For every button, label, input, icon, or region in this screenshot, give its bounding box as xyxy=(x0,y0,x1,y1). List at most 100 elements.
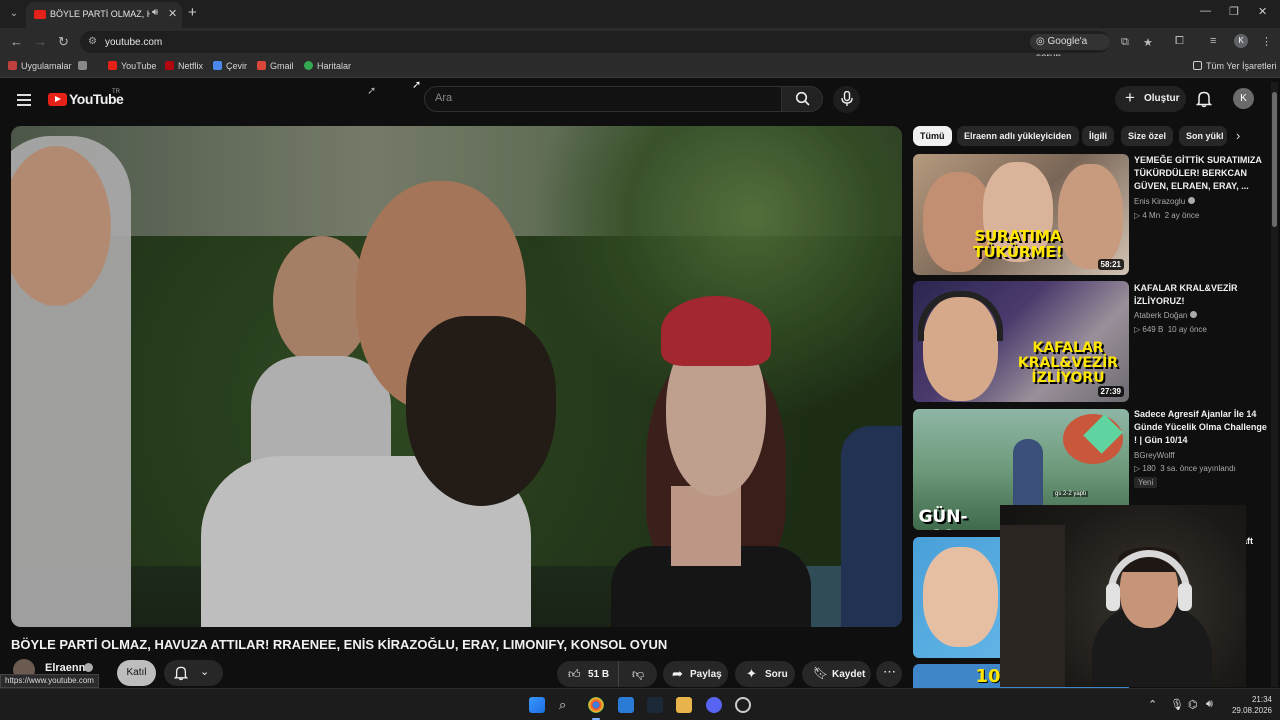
bookmark-star-icon[interactable]: ★ xyxy=(1143,36,1153,49)
microphone-tray-icon[interactable]: 🎙︎ xyxy=(1170,698,1184,711)
user-avatar[interactable]: K xyxy=(1233,88,1254,109)
tray-chevron-icon[interactable]: ⌃ xyxy=(1148,698,1157,711)
related-thumbnail[interactable]: KAFALAR KRAL&VEZİR İZLİYORU 27:39 xyxy=(913,281,1129,402)
ask-button[interactable]: ✦ Soru xyxy=(735,661,795,687)
chip-from-uploader[interactable]: Elraenn adlı yükleyiciden xyxy=(957,126,1079,146)
ask-google-button[interactable]: ◎ Google'a sorun xyxy=(1030,34,1110,63)
share-button[interactable]: ➦ Paylaş xyxy=(663,661,728,687)
chevron-down-icon: ⌄ xyxy=(200,666,210,678)
related-channel[interactable]: BGreyWolff xyxy=(1134,451,1175,460)
more-horizontal-icon: ⋯ xyxy=(883,664,896,679)
mouse-cursor-icon: ➚ xyxy=(412,79,422,91)
subscription-bell-button[interactable]: ⌄ xyxy=(164,660,223,686)
verified-check-icon xyxy=(1188,197,1196,204)
back-icon[interactable]: ← xyxy=(10,34,23,49)
mouse-cursor-icon: ➚ xyxy=(367,85,377,97)
thumb-subcaption: gs 2-2 yaptı xyxy=(1053,491,1089,497)
media-control-icon[interactable]: ≡ xyxy=(1210,35,1216,47)
chip-related[interactable]: İlgili xyxy=(1082,126,1114,146)
related-channel[interactable]: Ataberk Doğan xyxy=(1134,311,1198,320)
reload-icon[interactable]: ↻ xyxy=(58,34,69,50)
channel-name[interactable]: Elraenn xyxy=(45,662,85,674)
extensions-icon[interactable]: ⧠ xyxy=(1175,35,1184,48)
restore-icon[interactable]: ❐ xyxy=(1229,5,1239,18)
related-title[interactable]: YEMEĞE GİTTİK SURATIMIZA TÜKÜRDÜLER! BER… xyxy=(1134,154,1269,193)
youtube-icon xyxy=(108,61,117,70)
bell-icon xyxy=(174,666,188,681)
microphone-icon xyxy=(841,91,853,106)
like-button[interactable]: 👍︎ 51 B xyxy=(557,661,619,687)
bookmark-gmail[interactable]: Gmail xyxy=(257,61,294,71)
chrome-icon[interactable] xyxy=(588,697,604,713)
browser-profile-avatar[interactable]: K xyxy=(1234,34,1248,48)
like-count: 51 B xyxy=(588,669,610,680)
steam-icon[interactable] xyxy=(647,697,663,713)
close-tab-icon[interactable]: ✕ xyxy=(168,7,177,20)
bookmark-youtube[interactable]: YouTube xyxy=(108,61,156,71)
chip-for-you[interactable]: Size özel xyxy=(1121,126,1174,146)
google-lens-icon: ◎ xyxy=(1036,36,1045,47)
search-button[interactable] xyxy=(781,86,823,112)
thumbs-up-icon: 👍︎ xyxy=(568,667,581,681)
related-thumbnail[interactable]: SURATIMA TÜKÜRME! 58:21 xyxy=(913,154,1129,275)
verified-check-icon xyxy=(84,663,93,672)
notifications-bell-icon[interactable] xyxy=(1196,90,1212,108)
bookmark-maps[interactable]: Haritalar xyxy=(304,61,351,71)
ask-label: Soru xyxy=(765,669,788,680)
file-explorer-icon[interactable] xyxy=(676,697,692,713)
close-window-icon[interactable]: ✕ xyxy=(1258,5,1267,18)
folder-icon xyxy=(1193,61,1202,70)
forward-icon[interactable]: → xyxy=(34,34,47,49)
minimize-icon[interactable]: — xyxy=(1200,5,1211,17)
scrollbar-thumb[interactable] xyxy=(1272,92,1277,227)
youtube-favicon-icon xyxy=(34,10,46,19)
document-app-icon[interactable] xyxy=(618,697,634,713)
new-tab-icon[interactable]: + xyxy=(188,4,197,21)
join-button[interactable]: Katıl xyxy=(117,660,156,686)
voice-search-button[interactable] xyxy=(833,86,860,113)
tab-title: BÖYLE PARTİ OLMAZ, HAVUZA ATTILAR! RRAEN… xyxy=(50,9,150,19)
related-meta: ▷ 180 3 sa. önce yayınlandı xyxy=(1134,464,1236,473)
bookmark-netflix[interactable]: Netflix xyxy=(165,61,203,71)
related-title[interactable]: KAFALAR KRAL&VEZİR İZLİYORUZ! xyxy=(1134,282,1269,308)
related-channel[interactable]: Enis Kirazoglu xyxy=(1134,197,1196,206)
windows-start-icon[interactable] xyxy=(529,697,545,713)
save-button[interactable]: 🔖︎ Kaydet xyxy=(802,661,871,687)
related-meta: ▷ 649 B 10 ay önce xyxy=(1134,325,1207,334)
search-input[interactable] xyxy=(435,92,765,104)
bookmark-apps[interactable]: Uygulamalar xyxy=(8,61,72,71)
all-bookmarks[interactable]: Tüm Yer İşaretleri xyxy=(1193,61,1277,71)
verified-check-icon xyxy=(1190,311,1198,318)
install-app-icon[interactable]: ⧉ xyxy=(1121,36,1129,49)
create-button[interactable]: + Oluştur xyxy=(1115,86,1186,112)
share-label: Paylaş xyxy=(690,669,722,680)
chip-all[interactable]: Tümü xyxy=(913,126,952,146)
dislike-button[interactable]: 👎︎ xyxy=(620,661,657,687)
chrome-menu-icon[interactable]: ⋮ xyxy=(1261,35,1272,48)
menu-icon[interactable] xyxy=(17,94,31,106)
video-player[interactable] xyxy=(11,126,902,627)
chip-recent[interactable]: Son yükl xyxy=(1179,126,1227,146)
browser-tab-active[interactable]: BÖYLE PARTİ OLMAZ, HAVUZA ATTILAR! RRAEN… xyxy=(26,2,182,28)
related-title[interactable]: Sadece Agresif Ajanlar İle 14 Günde Yüce… xyxy=(1134,408,1269,447)
tab-search-icon[interactable]: ⌄ xyxy=(6,6,22,22)
video-duration: 58:21 xyxy=(1097,259,1124,270)
app-icon[interactable] xyxy=(735,697,751,713)
bookmark-translate[interactable]: Çevir xyxy=(213,61,247,71)
search-icon xyxy=(795,91,810,106)
address-bar[interactable]: ⚙ youtube.com ◎ Google'a sorun ⧉ ★ xyxy=(80,31,1153,63)
speaker-icon[interactable]: 🔊︎ xyxy=(152,7,158,18)
volume-icon[interactable]: 🔊︎ xyxy=(1206,698,1213,711)
chevron-right-icon[interactable]: › xyxy=(1236,128,1240,143)
network-icon[interactable]: ⌬ xyxy=(1188,698,1198,711)
search-icon[interactable]: ⌕ xyxy=(559,697,575,713)
taskbar-clock[interactable]: 21:34 29.08.2026 xyxy=(1228,694,1272,716)
browser-tab-strip: ⌄ BÖYLE PARTİ OLMAZ, HAVUZA ATTILAR! RRA… xyxy=(0,0,1280,28)
discord-icon[interactable] xyxy=(706,697,722,713)
webcam-overlay xyxy=(1000,505,1246,687)
thumb-caption: SURATIMA TÜKÜRME! xyxy=(973,227,1063,261)
more-actions-button[interactable]: ⋯ xyxy=(876,661,902,687)
site-info-icon[interactable]: ⚙ xyxy=(88,36,97,47)
bookmark-tab-groups[interactable] xyxy=(78,61,91,71)
url-text: youtube.com xyxy=(105,37,163,48)
